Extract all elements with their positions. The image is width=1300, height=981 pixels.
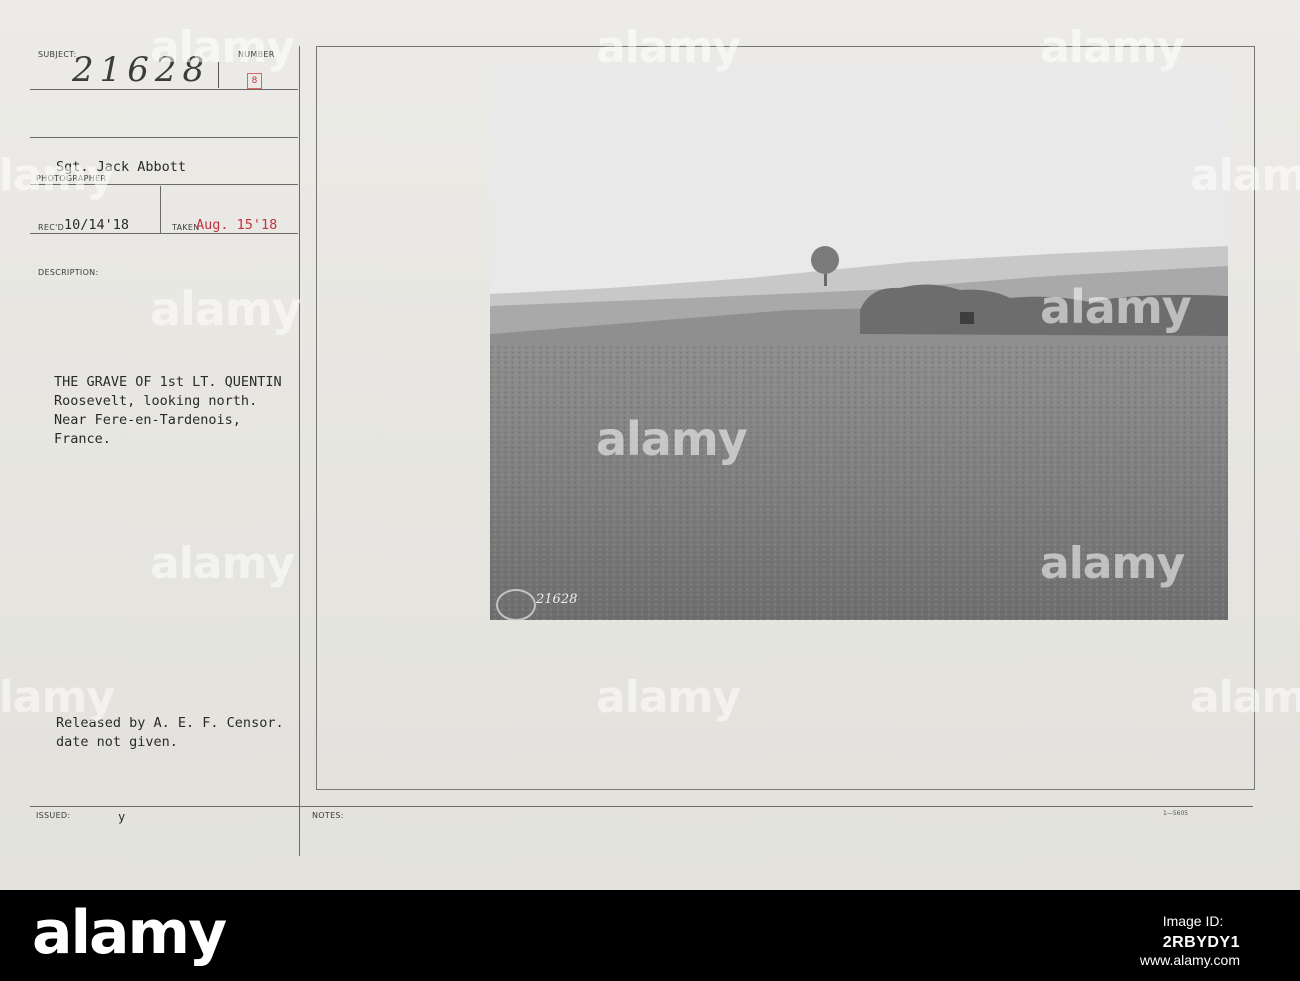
- watermark: alamy: [1040, 538, 1185, 589]
- description-text: THE GRAVE OF 1st LT. QUENTIN Roosevelt, …: [54, 373, 282, 449]
- form-column-divider: [299, 46, 300, 856]
- landscape-scene: [490, 66, 1228, 620]
- description-line: Near Fere-en-Tardenois,: [54, 412, 241, 428]
- mounted-photograph: [490, 66, 1228, 620]
- brand-logo[interactable]: alamy: [32, 898, 227, 968]
- watermark: alamy: [150, 22, 295, 73]
- photographer-top-rule: [30, 137, 298, 138]
- watermark: alamy: [0, 672, 115, 723]
- watermark: alamy: [150, 282, 302, 336]
- recd-label: REC'D: [38, 223, 65, 232]
- watermark: alamy: [1190, 150, 1300, 201]
- notes-label: NOTES:: [312, 811, 344, 820]
- issued-label: ISSUED:: [36, 811, 71, 820]
- image-id-block: Image ID: 2RBYDY1: [1163, 910, 1240, 954]
- watermark: alamy: [596, 672, 741, 723]
- issued-mark: y: [118, 810, 126, 824]
- number-stamp: 8: [247, 73, 262, 89]
- issued-rule: [30, 806, 1253, 807]
- watermark: alamy: [1040, 280, 1192, 334]
- watermark: alamy: [0, 150, 115, 201]
- image-id: 2RBYDY1: [1162, 934, 1240, 951]
- description-label: DESCRIPTION:: [38, 268, 99, 277]
- description-line: Roosevelt, looking north.: [54, 393, 258, 409]
- site-url[interactable]: www.alamy.com: [1140, 952, 1240, 968]
- watermark: alamy: [596, 412, 748, 466]
- received-date: 10/14'18: [64, 217, 130, 233]
- release-line: date not given.: [56, 734, 178, 750]
- taken-date: Aug. 15'18: [196, 217, 278, 233]
- watermark: alamy: [150, 538, 295, 589]
- watermark: alamy: [1040, 22, 1185, 73]
- watermark: alamy: [596, 22, 741, 73]
- recd-taken-divider: [160, 186, 161, 233]
- stock-footer-bar: alamy Image ID: 2RBYDY1 www.alamy.com: [0, 890, 1300, 981]
- watermark: alamy: [1190, 672, 1300, 723]
- archive-photo-card: SUBJECT: NUMBER PHOTOGRAPHER REC'D TAKEN…: [0, 0, 1300, 890]
- description-line: THE GRAVE OF 1st LT. QUENTIN: [54, 374, 282, 390]
- description-line: France.: [54, 431, 111, 447]
- image-id-label: Image ID:: [1162, 913, 1224, 929]
- form-code: 1—5605: [1163, 810, 1189, 817]
- subject-label: SUBJECT:: [38, 50, 77, 59]
- signal-corps-seal: [496, 589, 536, 621]
- photo-negative-number: 21628: [536, 592, 578, 607]
